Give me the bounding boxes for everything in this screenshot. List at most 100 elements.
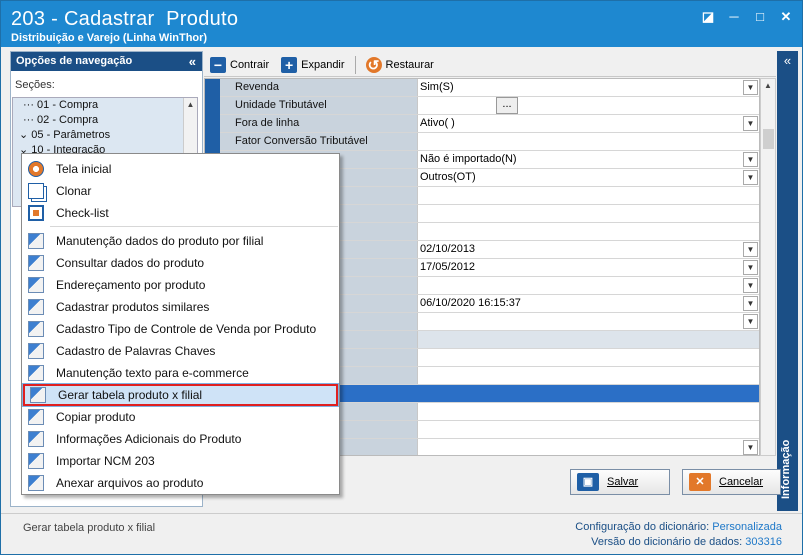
row-value[interactable]	[417, 97, 759, 114]
menu-item-label: Clonar	[56, 184, 92, 198]
row-value[interactable]: 02/10/2013	[417, 241, 759, 258]
row-value[interactable]: Sim(S)	[417, 79, 759, 96]
scroll-up-icon[interactable]: ▲	[184, 98, 197, 112]
version-value: 303316	[745, 536, 782, 548]
minimize-icon[interactable]: ─	[726, 10, 742, 24]
routine-icon	[28, 453, 44, 469]
routine-icon	[28, 321, 44, 337]
menu-item[interactable]: Tela inicial	[23, 158, 338, 180]
row-value[interactable]	[417, 421, 759, 438]
collapse-info-icon[interactable]: «	[777, 53, 798, 68]
routine-icon	[28, 277, 44, 293]
row-value[interactable]	[417, 277, 759, 294]
menu-item-label: Manutenção dados do produto por filial	[56, 234, 264, 248]
menu-item[interactable]: Gerar tabela produto x filial	[22, 383, 339, 407]
chevron-down-icon[interactable]: ▼	[743, 314, 758, 329]
window-controls: ◪ ─ □ ✕	[700, 10, 794, 24]
menu-item[interactable]: Anexar arquivos ao produto	[23, 472, 338, 494]
menu-item[interactable]: Manutenção dados do produto por filial	[23, 230, 338, 252]
home-icon	[28, 161, 44, 177]
menu-item[interactable]: Cadastro Tipo de Controle de Venda por P…	[23, 318, 338, 340]
collapse-nav-icon[interactable]: «	[189, 52, 196, 71]
chevron-down-icon[interactable]: ▼	[743, 278, 758, 293]
grid-row[interactable]: Fora de linha Ativo( ) ▼	[220, 115, 759, 133]
scroll-up-icon[interactable]: ▲	[761, 79, 775, 93]
tree-item[interactable]: ··· 02 - Compra	[13, 113, 197, 128]
scroll-thumb[interactable]	[763, 129, 774, 149]
row-label: Fator Conversão Tributável	[220, 133, 417, 150]
status-hint: Gerar tabela produto x filial	[23, 522, 156, 534]
row-value[interactable]: 17/05/2012	[417, 259, 759, 276]
save-button[interactable]: ▣ Salvar	[570, 469, 670, 495]
collapse-button[interactable]: − Contrair	[204, 54, 275, 76]
undo-icon: ↺	[365, 56, 382, 73]
menu-item[interactable]: Copiar produto	[23, 406, 338, 428]
tree-item[interactable]: ⌄ 05 - Parâmetros	[13, 128, 197, 143]
expand-button[interactable]: + Expandir	[275, 54, 350, 76]
grid-row[interactable]: Unidade Tributável...	[220, 97, 759, 115]
menu-item[interactable]: Cadastro de Palavras Chaves	[23, 340, 338, 362]
restore-layout-icon[interactable]: ◪	[700, 10, 716, 24]
row-value[interactable]: Outros(OT)	[417, 169, 759, 186]
row-value[interactable]	[417, 223, 759, 240]
menu-item-label: Cadastro de Palavras Chaves	[56, 344, 216, 358]
menu-item[interactable]: Importar NCM 203	[23, 450, 338, 472]
chevron-down-icon[interactable]: ▼	[743, 80, 758, 95]
grid-row[interactable]: Fator Conversão Tributável	[220, 133, 759, 151]
cancel-icon: ✕	[689, 473, 711, 491]
menu-item[interactable]: Consultar dados do produto	[23, 252, 338, 274]
routine-icon	[28, 343, 44, 359]
routine-icon	[28, 233, 44, 249]
grid-row[interactable]: Revenda Sim(S) ▼	[220, 79, 759, 97]
menu-item[interactable]: Check-list	[23, 202, 338, 224]
row-value[interactable]	[417, 205, 759, 222]
row-value[interactable]	[417, 367, 759, 384]
row-value[interactable]	[417, 349, 759, 366]
menu-item-label: Cadastrar produtos similares	[56, 300, 210, 314]
chevron-down-icon[interactable]: ▼	[743, 260, 758, 275]
routine-icon	[28, 299, 44, 315]
menu-item[interactable]: Informações Adicionais do Produto	[23, 428, 338, 450]
row-value[interactable]	[417, 187, 759, 204]
close-icon[interactable]: ✕	[778, 10, 794, 24]
maximize-icon[interactable]: □	[752, 10, 768, 24]
chevron-down-icon[interactable]: ▼	[743, 296, 758, 311]
chevron-down-icon[interactable]: ▼	[743, 152, 758, 167]
menu-item-label: Anexar arquivos ao produto	[56, 476, 204, 490]
menu-item-label: Informações Adicionais do Produto	[56, 432, 242, 446]
grid-scrollbar[interactable]: ▲	[760, 78, 776, 456]
dictionary-info: Configuração do dicionário: Personalizad…	[575, 520, 782, 550]
menu-item[interactable]: Cadastrar produtos similares	[23, 296, 338, 318]
menu-item[interactable]: Endereçamento por produto	[23, 274, 338, 296]
title-bar: 203 - Cadastrar Produto Distribuição e V…	[1, 1, 802, 47]
row-value[interactable]	[417, 403, 759, 420]
lookup-button[interactable]: ...	[496, 97, 518, 114]
chevron-down-icon[interactable]: ▼	[743, 242, 758, 257]
restore-button[interactable]: ↺ Restaurar	[360, 54, 440, 76]
menu-item[interactable]: Manutenção texto para e-commerce	[23, 362, 338, 384]
chevron-down-icon[interactable]: ▼	[743, 440, 758, 455]
chevron-down-icon[interactable]: ▼	[743, 116, 758, 131]
info-panel[interactable]: « Informação	[777, 51, 798, 511]
plus-icon: +	[281, 56, 298, 73]
routine-icon	[28, 475, 44, 491]
chevron-down-icon[interactable]: ▼	[743, 170, 758, 185]
menu-item-label: Gerar tabela produto x filial	[58, 388, 203, 402]
save-icon: ▣	[577, 473, 599, 491]
clone-icon	[28, 183, 44, 199]
tree-item[interactable]: ··· 01 - Compra	[13, 98, 197, 113]
collapse-label: Contrair	[230, 58, 270, 71]
row-value[interactable]	[417, 313, 759, 330]
row-value[interactable]: Ativo( )	[417, 115, 759, 132]
row-value[interactable]: 06/10/2020 16:15:37	[417, 295, 759, 312]
minus-icon: −	[210, 56, 226, 73]
cancel-button[interactable]: ✕ Cancelar	[682, 469, 781, 495]
menu-item[interactable]: Clonar	[23, 180, 338, 202]
menu-item-label: Consultar dados do produto	[56, 256, 205, 270]
row-value[interactable]	[417, 439, 759, 455]
row-value[interactable]: Não é importado(N)	[417, 151, 759, 168]
checklist-icon	[28, 205, 44, 221]
window-subtitle: Distribuição e Varejo (Linha WinThor)	[11, 32, 208, 44]
row-value[interactable]	[417, 133, 759, 150]
sections-label: Seções:	[15, 79, 55, 91]
